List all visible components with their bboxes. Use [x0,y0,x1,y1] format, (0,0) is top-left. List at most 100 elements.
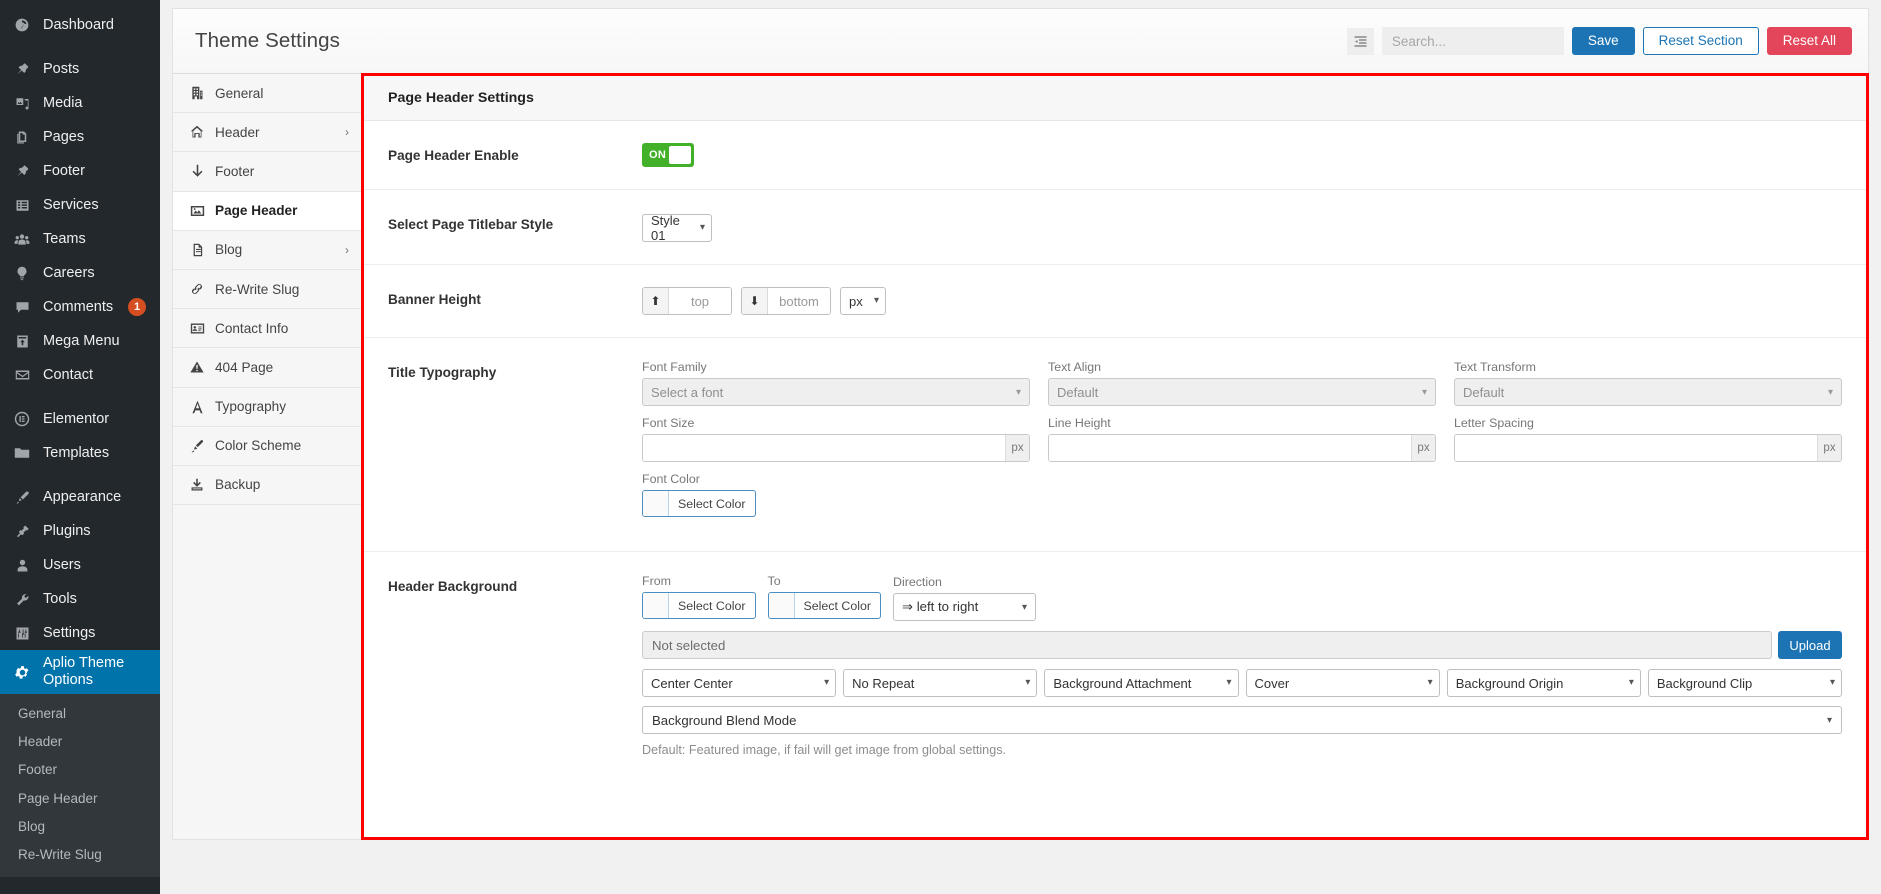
sidebar-item-aplio-theme-options[interactable]: Aplio Theme Options [0,650,160,694]
collapse-panel-icon[interactable] [1346,27,1374,55]
color-swatch [643,593,669,618]
sidebar-item-settings[interactable]: Settings [0,616,160,650]
sidebar-item-users[interactable]: Users [0,548,160,582]
sidebar-item-templates[interactable]: Templates [0,436,160,470]
font-family-field: Font Family Select a font ▾ [642,360,1030,406]
font-size-input[interactable] [643,435,1005,461]
page-title: Theme Settings [195,29,340,52]
font-family-select[interactable]: Select a font ▾ [642,378,1030,406]
elementor-icon [12,409,32,429]
sidebar-item-plugins[interactable]: Plugins [0,514,160,548]
banner-height-unit-select[interactable]: px ▾ [840,287,886,315]
plug-icon [12,521,32,541]
sidebar-item-label: Dashboard [43,16,114,33]
bg-blend-mode-select[interactable]: Background Blend Mode ▾ [642,706,1842,734]
sidebar-item-teams[interactable]: Teams [0,222,160,256]
submenu-item-general[interactable]: General [0,700,160,728]
chevron-down-icon: ▾ [1427,677,1433,688]
titlebar-style-select[interactable]: Style 01 ▾ [642,213,712,243]
bg-direction-field: Direction ⇒ left to right ▾ [893,575,1036,621]
line-height-input-group: px [1048,434,1436,462]
sidebar-item-careers[interactable]: Careers [0,256,160,290]
sidebar-divider [0,42,160,52]
sidebar-item-appearance[interactable]: Appearance [0,480,160,514]
sidebar-item-comments[interactable]: Comments 1 [0,290,160,324]
chevron-down-icon: ▾ [1021,601,1027,613]
upload-button[interactable]: Upload [1778,631,1842,659]
letter-spacing-input-group: px [1454,434,1842,462]
sidebar-item-footer[interactable]: Footer [0,154,160,188]
settings-nav-item-header[interactable]: Header › [173,113,361,153]
search-input[interactable] [1381,27,1564,55]
panel-header: Theme Settings Save Reset Section Reset … [172,8,1869,74]
settings-nav-item-contact-info[interactable]: Contact Info [173,309,361,349]
letter-spacing-input[interactable] [1455,435,1817,461]
wrench-icon [12,589,32,609]
banner-height-top-input[interactable] [669,288,731,314]
settings-nav-label: Typography [215,399,287,415]
bg-origin-select[interactable]: Background Origin ▾ [1446,669,1641,697]
settings-nav-item-404-page[interactable]: 404 Page [173,348,361,388]
titlebar-style-value: Style 01 [651,213,680,243]
submenu-item-footer[interactable]: Footer [0,756,160,784]
gear-icon [12,662,32,682]
banner-height-unit-value: px [849,293,863,309]
settings-nav-item-color-scheme[interactable]: Color Scheme [173,427,361,466]
submenu-item-blog[interactable]: Blog [0,813,160,841]
bg-clip-select[interactable]: Background Clip ▾ [1647,669,1843,697]
settings-body: General Header › Footer Page Header Blog › Re-W… [172,73,1869,840]
text-align-select[interactable]: Default ▾ [1048,378,1436,406]
font-color-picker[interactable]: Select Color [642,490,756,517]
reset-section-button[interactable]: Reset Section [1642,27,1759,55]
bg-attachment-select[interactable]: Background Attachment ▾ [1044,669,1239,697]
sidebar-item-label: Posts [43,60,80,77]
sidebar-item-pages[interactable]: Pages [0,120,160,154]
settings-nav-item-re-write-slug[interactable]: Re-Write Slug [173,270,361,310]
link-icon [189,282,205,296]
bg-size-select[interactable]: Cover ▾ [1245,669,1440,697]
settings-nav-item-footer[interactable]: Footer [173,152,361,192]
text-transform-select[interactable]: Default ▾ [1454,378,1842,406]
submenu-item-header[interactable]: Header [0,728,160,756]
settings-nav-item-blog[interactable]: Blog › [173,231,361,270]
reset-all-button[interactable]: Reset All [1766,27,1852,55]
settings-nav-item-general[interactable]: General [173,74,361,114]
bg-size-value: Cover [1254,675,1290,691]
page-header-enable-toggle[interactable]: ON [642,143,694,167]
bg-position-value: Center Center [651,675,733,691]
text-transform-label: Text Transform [1454,360,1536,374]
settings-nav-label: Header [215,124,260,140]
bg-image-field[interactable]: Not selected [642,631,1772,659]
submenu-item-page-header[interactable]: Page Header [0,785,160,813]
image-icon [189,204,205,218]
bg-to-color-picker[interactable]: Select Color [767,592,881,619]
banner-height-bottom-input[interactable] [768,288,830,314]
sidebar-item-tools[interactable]: Tools [0,582,160,616]
chevron-down-icon: ▾ [1421,386,1427,398]
sidebar-item-dashboard[interactable]: Dashboard [0,8,160,42]
sidebar-item-contact[interactable]: Contact [0,358,160,392]
settings-nav-item-backup[interactable]: Backup [173,466,361,506]
lightbulb-icon [12,263,32,283]
list-icon [12,195,32,215]
line-height-input[interactable] [1049,435,1411,461]
bg-from-color-picker[interactable]: Select Color [642,592,756,619]
save-button[interactable]: Save [1571,27,1635,55]
banner-height-bottom-input-group: ⬇ [741,287,831,315]
settings-nav-item-typography[interactable]: Typography [173,388,361,427]
submenu-item-re-write-slug[interactable]: Re-Write Slug [0,841,160,869]
sidebar-item-elementor[interactable]: Elementor [0,402,160,436]
sliders-icon [12,623,32,643]
text-transform-field: Text Transform Default ▾ [1454,360,1842,406]
bg-direction-select[interactable]: ⇒ left to right ▾ [893,593,1036,621]
sidebar-item-media[interactable]: Media [0,86,160,120]
font-family-label: Font Family [642,360,707,374]
bg-from-button-label: Select Color [678,598,746,613]
bg-position-select[interactable]: Center Center ▾ [642,669,837,697]
sidebar-item-services[interactable]: Services [0,188,160,222]
settings-nav-item-page-header[interactable]: Page Header [173,191,361,231]
bg-repeat-select[interactable]: No Repeat ▾ [843,669,1038,697]
sidebar-item-posts[interactable]: Posts [0,52,160,86]
warning-icon [189,360,205,374]
sidebar-item-mega-menu[interactable]: Mega Menu [0,324,160,358]
